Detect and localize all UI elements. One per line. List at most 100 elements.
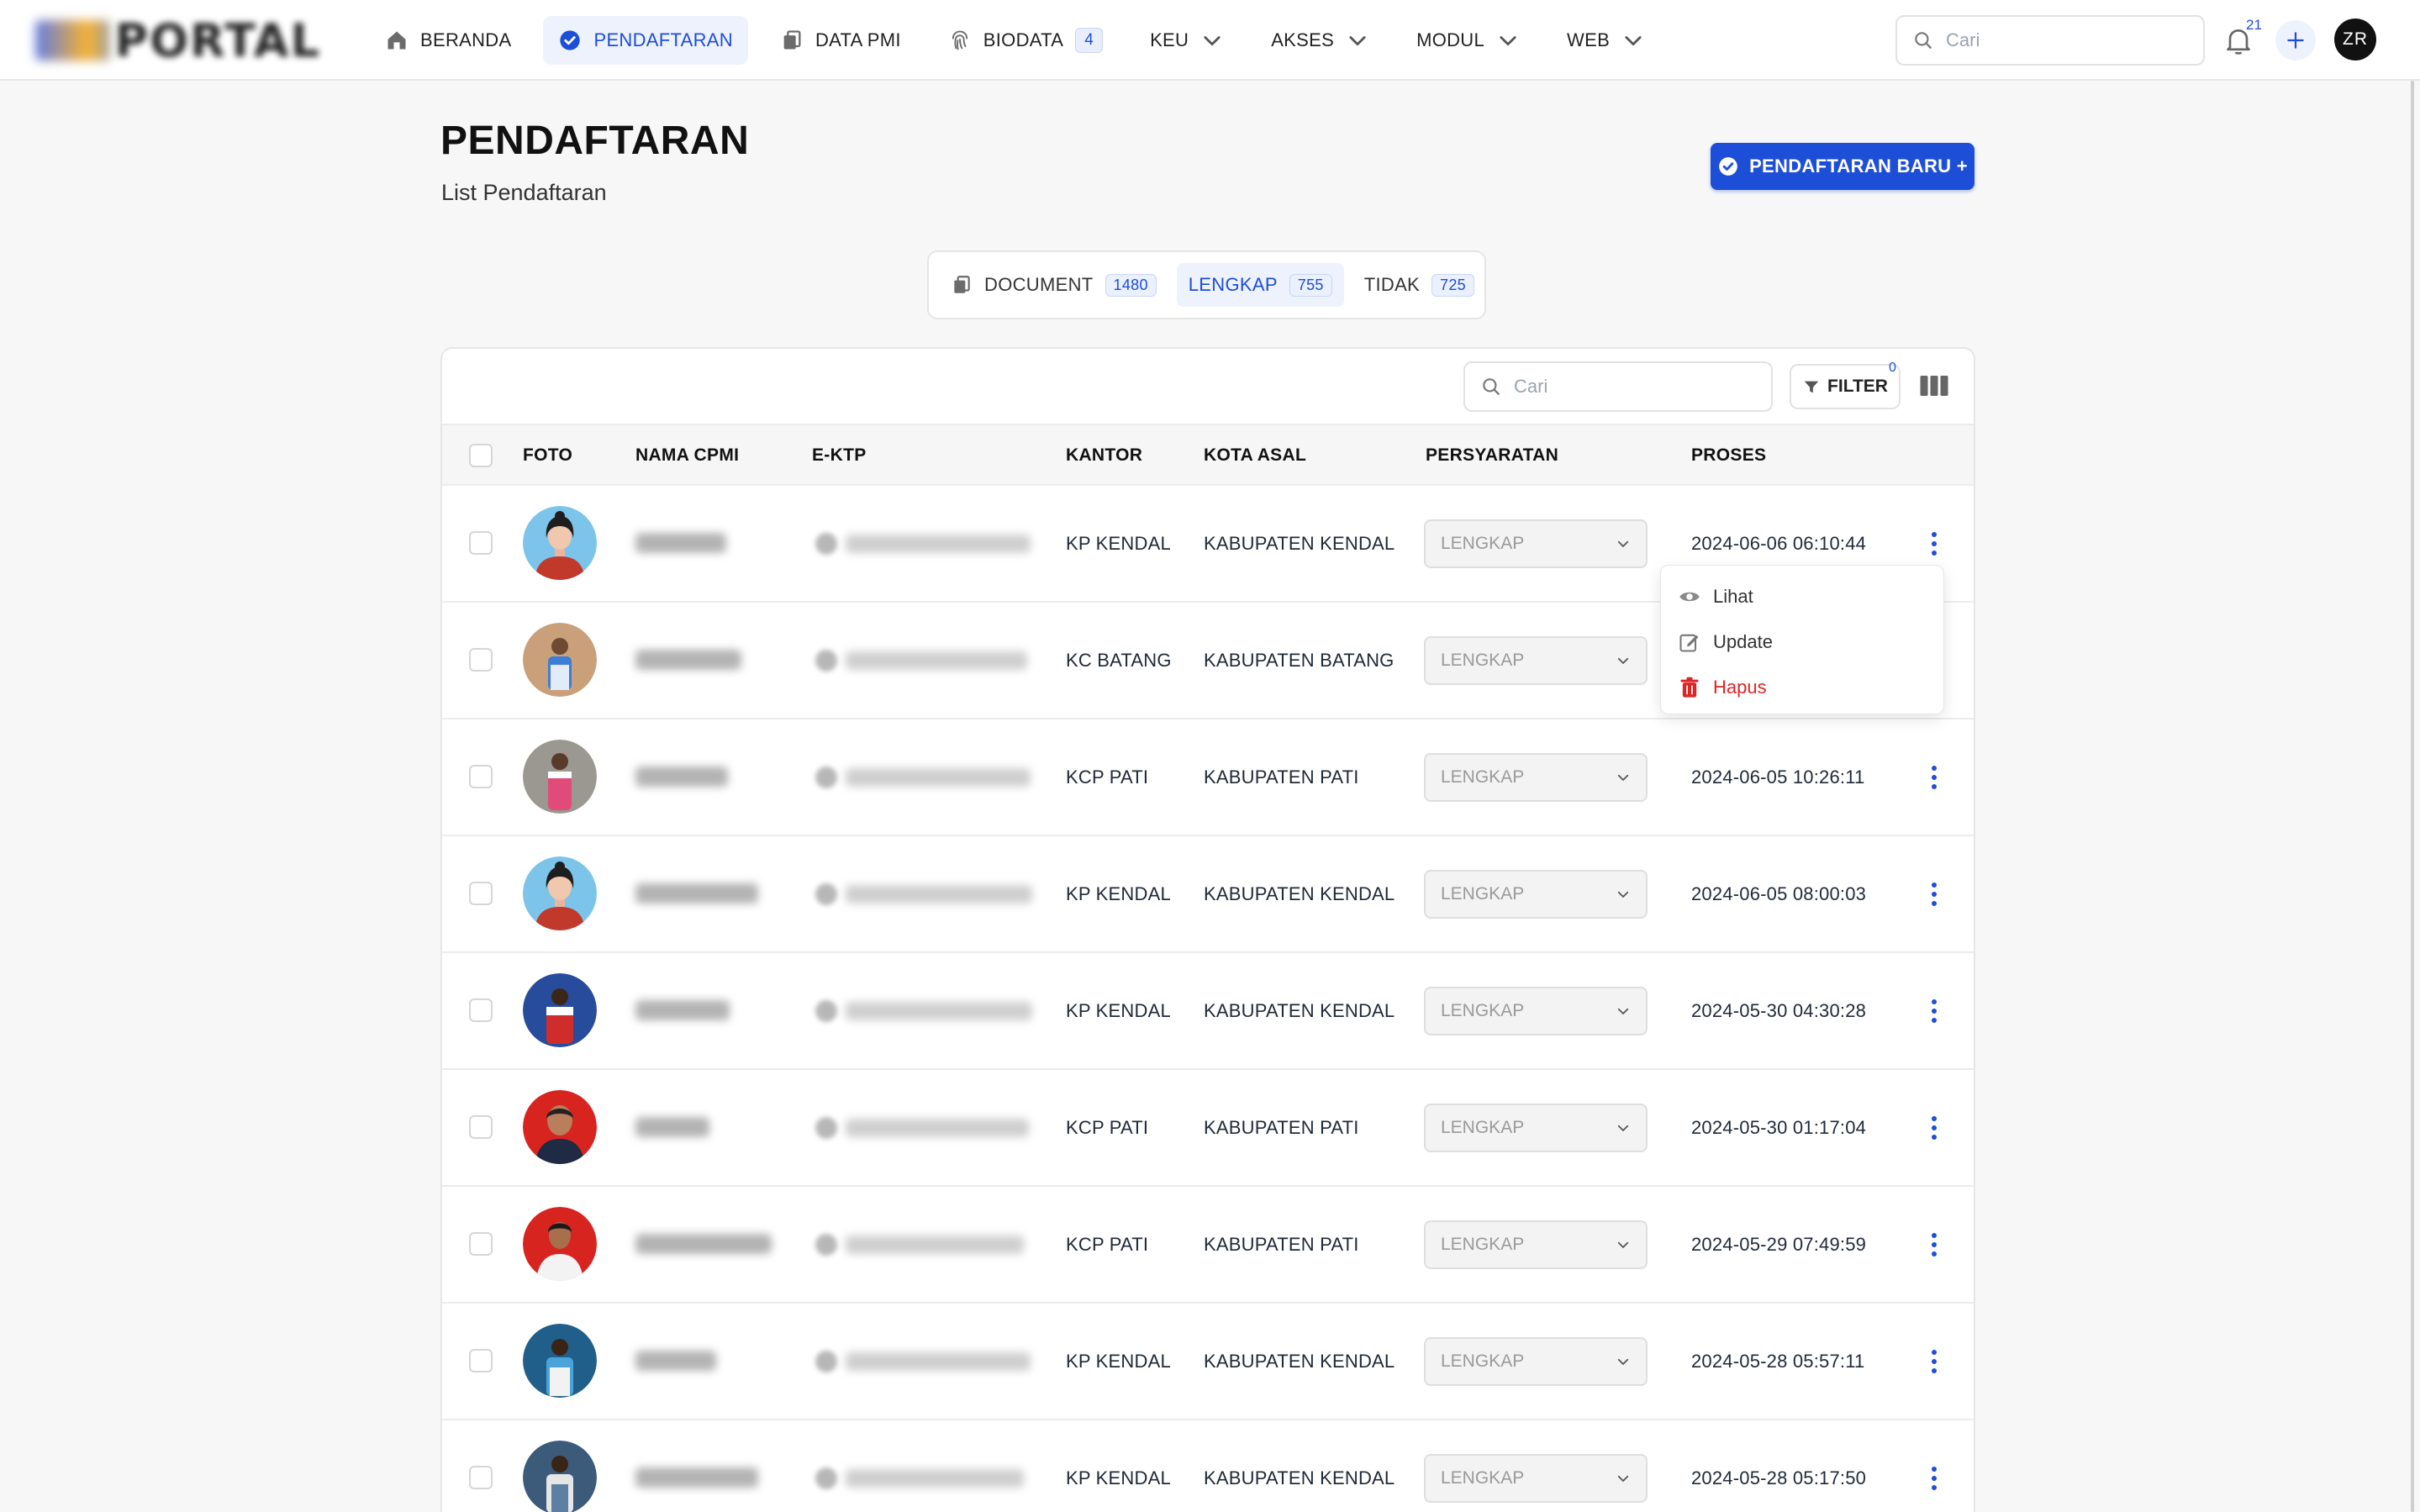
persyaratan-value: LENGKAP	[1441, 1351, 1525, 1371]
nav-item-web[interactable]: WEB	[1552, 16, 1660, 65]
kantor-cell: KCP PATI	[1066, 1234, 1149, 1255]
page-scrollbar[interactable]	[2411, 81, 2414, 1512]
nav-label: KEU	[1150, 29, 1189, 50]
tab-lengkap[interactable]: LENGKAP 755	[1176, 263, 1344, 307]
kota-cell: KABUPATEN PATI	[1204, 1234, 1359, 1255]
quick-add-button[interactable]	[2275, 20, 2316, 61]
kantor-cell: KP KENDAL	[1066, 1351, 1171, 1372]
col-kota-asal[interactable]: KOTA ASAL	[1204, 445, 1306, 466]
row-checkbox[interactable]	[469, 998, 493, 1022]
persyaratan-select[interactable]: LENGKAP	[1424, 870, 1648, 919]
tab-document[interactable]: DOCUMENT 1480	[939, 263, 1168, 307]
kota-cell: KABUPATEN PATI	[1204, 767, 1359, 788]
photo-apron	[523, 1441, 597, 1512]
col-persyaratan[interactable]: PERSYARATAN	[1426, 445, 1558, 466]
row-actions-icon[interactable]	[1926, 880, 1943, 909]
filter-button[interactable]: FILTER	[1790, 364, 1901, 409]
kantor-cell: KP KENDAL	[1066, 1000, 1171, 1021]
menu-item-update[interactable]: Update	[1661, 619, 1943, 665]
menu-item-hapus[interactable]: Hapus	[1661, 665, 1943, 710]
global-search[interactable]	[1895, 15, 2205, 66]
kota-cell: KABUPATEN PATI	[1204, 1117, 1359, 1138]
menu-item-lihat[interactable]: Lihat	[1661, 574, 1943, 619]
col-ektp[interactable]: E-KTP	[812, 445, 867, 466]
nav-item-data-pmi[interactable]: DATA PMI	[765, 16, 916, 65]
nav-label: MODUL	[1416, 29, 1485, 50]
row-checkbox[interactable]	[469, 531, 493, 555]
row-checkbox[interactable]	[469, 765, 493, 788]
edit-icon	[1679, 634, 1699, 652]
row-actions-icon[interactable]	[1926, 529, 1943, 558]
persyaratan-select[interactable]: LENGKAP	[1424, 636, 1648, 685]
badge-check-icon	[560, 30, 581, 50]
avatar-illustration	[523, 856, 597, 930]
row-actions-icon[interactable]	[1926, 763, 1943, 792]
row-actions-menu: Lihat Update Hapus	[1660, 565, 1944, 714]
col-kantor[interactable]: KANTOR	[1066, 445, 1142, 466]
proses-cell: 2024-05-28 05:17:50	[1691, 1467, 1867, 1488]
photo-white-shirt	[523, 1207, 597, 1281]
chevron-down-icon	[1617, 774, 1629, 781]
row-checkbox[interactable]	[469, 1115, 493, 1139]
ktp-redacted	[846, 535, 1031, 553]
persyaratan-select[interactable]: LENGKAP	[1424, 753, 1648, 802]
menu-item-label: Hapus	[1713, 677, 1767, 698]
nav-item-akses[interactable]: AKSES	[1256, 16, 1384, 65]
persyaratan-select[interactable]: LENGKAP	[1424, 1337, 1648, 1386]
fingerprint-icon	[952, 30, 967, 50]
table-search-input[interactable]	[1514, 376, 1749, 398]
chevron-down-icon	[1617, 657, 1629, 664]
kota-cell: KABUPATEN KENDAL	[1204, 1467, 1395, 1488]
row-actions-icon[interactable]	[1926, 997, 1943, 1025]
columns-icon[interactable]	[1919, 372, 1949, 399]
eye-icon	[1679, 592, 1700, 602]
persyaratan-select[interactable]: LENGKAP	[1424, 1454, 1648, 1503]
kota-cell: KABUPATEN KENDAL	[1204, 883, 1395, 904]
nav-item-beranda[interactable]: BERANDA	[370, 16, 526, 65]
tab-tidak[interactable]: TIDAK 725	[1352, 263, 1486, 307]
nav-item-keu[interactable]: KEU	[1135, 16, 1239, 65]
row-checkbox[interactable]	[469, 1466, 493, 1489]
ktp-redacted	[846, 768, 1031, 787]
new-registration-button[interactable]: PENDAFTARAN BARU +	[1711, 143, 1974, 190]
col-foto[interactable]: FOTO	[523, 445, 572, 466]
col-proses[interactable]: PROSES	[1691, 445, 1766, 466]
top-navbar: PORTAL BERANDA PENDAFTARAN DATA PMI BIOD…	[0, 0, 2420, 81]
row-actions-icon[interactable]	[1926, 1464, 1943, 1493]
col-nama[interactable]: NAMA CPMI	[635, 445, 739, 466]
row-checkbox[interactable]	[469, 648, 493, 672]
persyaratan-select[interactable]: LENGKAP	[1424, 987, 1648, 1035]
nav-item-biodata[interactable]: BIODATA 4	[933, 16, 1118, 65]
persyaratan-select[interactable]: LENGKAP	[1424, 1104, 1648, 1152]
row-actions-icon[interactable]	[1926, 1114, 1943, 1142]
table-search[interactable]	[1463, 361, 1773, 412]
select-all-checkbox[interactable]	[469, 444, 493, 467]
table-row: KP KENDAL KABUPATEN KENDAL LENGKAP 2024-…	[442, 1420, 1974, 1512]
nav-label: BERANDA	[420, 29, 512, 50]
app-logo[interactable]: PORTAL	[35, 13, 321, 67]
persyaratan-value: LENGKAP	[1441, 884, 1525, 904]
chevron-down-icon	[1617, 1475, 1629, 1482]
tab-count: 725	[1431, 273, 1474, 297]
proses-cell: 2024-06-06 06:10:44	[1691, 533, 1867, 554]
badge-check-icon	[1719, 157, 1737, 176]
nav-label: WEB	[1567, 29, 1611, 50]
persyaratan-select[interactable]: LENGKAP	[1424, 1220, 1648, 1269]
status-tabs: DOCUMENT 1480 LENGKAP 755 TIDAK 725	[927, 250, 1486, 319]
row-actions-icon[interactable]	[1926, 1347, 1943, 1376]
new-registration-label: PENDAFTARAN BARU +	[1749, 155, 1968, 176]
row-checkbox[interactable]	[469, 1349, 493, 1372]
proses-cell: 2024-05-30 01:17:04	[1691, 1117, 1867, 1138]
row-checkbox[interactable]	[469, 882, 493, 905]
global-search-input[interactable]	[1946, 29, 2181, 51]
filter-count: 0	[1889, 361, 1896, 375]
user-avatar[interactable]: ZR	[2334, 18, 2376, 61]
name-redacted	[635, 1351, 716, 1371]
persyaratan-select[interactable]: LENGKAP	[1424, 519, 1648, 568]
proses-cell: 2024-05-29 07:49:59	[1691, 1234, 1867, 1255]
nav-item-modul[interactable]: MODUL	[1401, 16, 1535, 65]
row-actions-icon[interactable]	[1926, 1230, 1943, 1259]
logo-text: PORTAL	[114, 13, 321, 67]
nav-item-pendaftaran[interactable]: PENDAFTARAN	[543, 16, 748, 65]
row-checkbox[interactable]	[469, 1232, 493, 1256]
